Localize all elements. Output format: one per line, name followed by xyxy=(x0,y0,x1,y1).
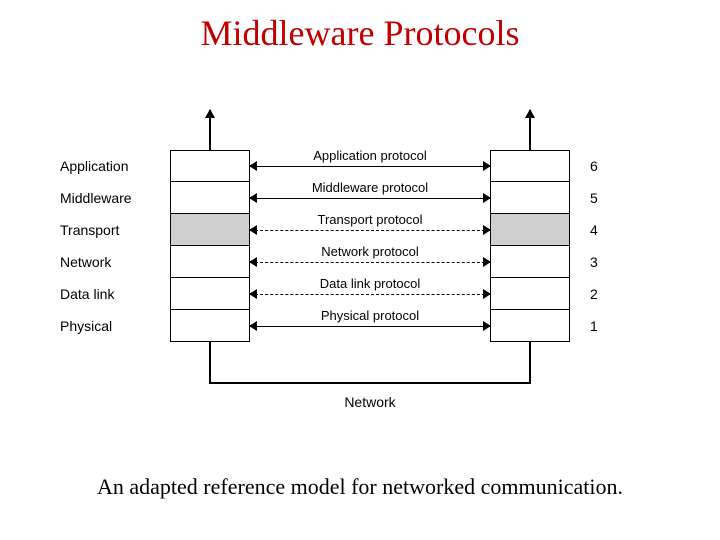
layer-diagram: Application Middleware Transport Network… xyxy=(60,110,620,450)
arrow-left-icon xyxy=(249,257,257,267)
layer-box xyxy=(490,182,570,214)
layer-name: Transport xyxy=(60,214,160,246)
network-connector xyxy=(529,342,531,382)
arrow-left-icon xyxy=(249,289,257,299)
protocol-line xyxy=(250,230,490,231)
layer-number: 5 xyxy=(590,182,620,214)
layer-box xyxy=(490,214,570,246)
protocol-row: Data link protocol xyxy=(250,278,490,310)
protocol-row: Transport protocol xyxy=(250,214,490,246)
protocol-line xyxy=(250,198,490,199)
layer-box xyxy=(490,150,570,182)
layer-box xyxy=(490,246,570,278)
layer-number: 2 xyxy=(590,278,620,310)
protocol-line xyxy=(250,166,490,167)
up-arrow-right xyxy=(529,110,531,150)
right-stack xyxy=(490,150,570,342)
up-arrow-left xyxy=(209,110,211,150)
layer-number: 1 xyxy=(590,310,620,342)
protocol-line xyxy=(250,326,490,327)
layer-box xyxy=(170,150,250,182)
layer-name: Middleware xyxy=(60,182,160,214)
protocol-line xyxy=(250,262,490,263)
protocol-column: Application protocol Middleware protocol… xyxy=(250,150,490,342)
left-stack xyxy=(170,150,250,342)
protocol-label: Application protocol xyxy=(250,148,490,163)
network-connector xyxy=(209,382,531,384)
protocol-line xyxy=(250,294,490,295)
protocol-row: Application protocol xyxy=(250,150,490,182)
layer-number: 3 xyxy=(590,246,620,278)
layer-box xyxy=(170,182,250,214)
layer-box xyxy=(170,246,250,278)
layer-name: Application xyxy=(60,150,160,182)
network-connector xyxy=(209,342,211,382)
layer-box xyxy=(490,278,570,310)
protocol-label: Network protocol xyxy=(250,244,490,259)
protocol-row: Middleware protocol xyxy=(250,182,490,214)
arrow-left-icon xyxy=(249,321,257,331)
layer-box xyxy=(170,214,250,246)
slide-caption: An adapted reference model for networked… xyxy=(0,474,720,500)
protocol-row: Physical protocol xyxy=(250,310,490,342)
layer-name: Physical xyxy=(60,310,160,342)
layer-box xyxy=(490,310,570,342)
layer-number: 6 xyxy=(590,150,620,182)
layer-numbers-column: 6 5 4 3 2 1 xyxy=(590,150,620,342)
layer-name: Network xyxy=(60,246,160,278)
protocol-label: Transport protocol xyxy=(250,212,490,227)
layer-name: Data link xyxy=(60,278,160,310)
network-label: Network xyxy=(60,394,680,410)
arrow-left-icon xyxy=(249,193,257,203)
protocol-label: Physical protocol xyxy=(250,308,490,323)
layer-number: 4 xyxy=(590,214,620,246)
protocol-row: Network protocol xyxy=(250,246,490,278)
arrow-left-icon xyxy=(249,225,257,235)
layer-names-column: Application Middleware Transport Network… xyxy=(60,150,160,342)
protocol-label: Data link protocol xyxy=(250,276,490,291)
protocol-label: Middleware protocol xyxy=(250,180,490,195)
layer-box xyxy=(170,278,250,310)
layer-box xyxy=(170,310,250,342)
arrow-left-icon xyxy=(249,161,257,171)
slide-title: Middleware Protocols xyxy=(0,0,720,54)
